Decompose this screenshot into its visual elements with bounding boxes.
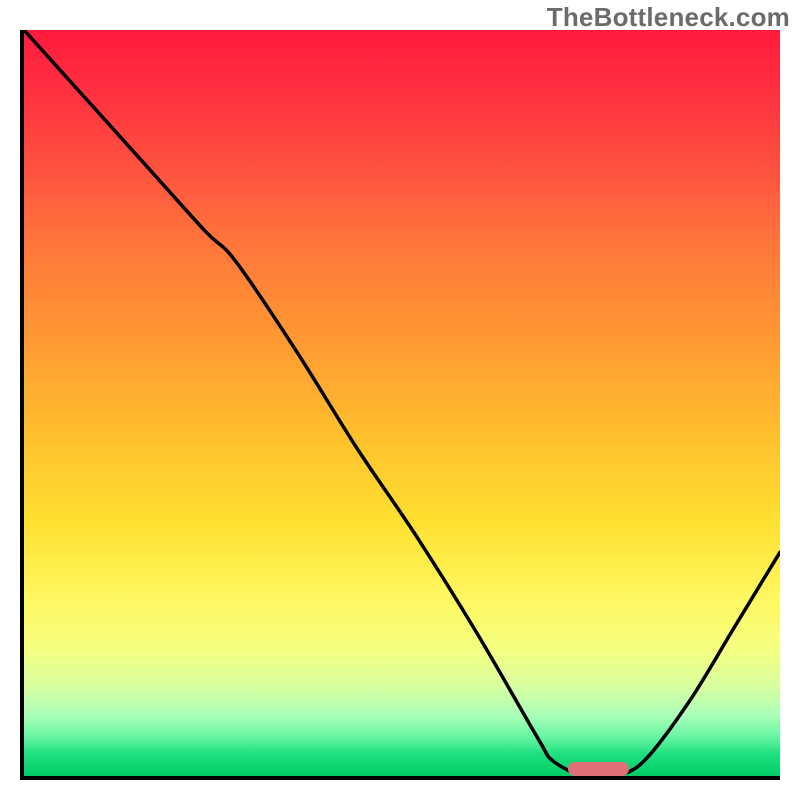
watermark-text: TheBottleneck.com: [547, 2, 790, 33]
optimal-marker: [568, 762, 628, 776]
bottleneck-chart: TheBottleneck.com: [0, 0, 800, 800]
plot-area: [20, 30, 780, 780]
line-curve: [24, 30, 780, 776]
